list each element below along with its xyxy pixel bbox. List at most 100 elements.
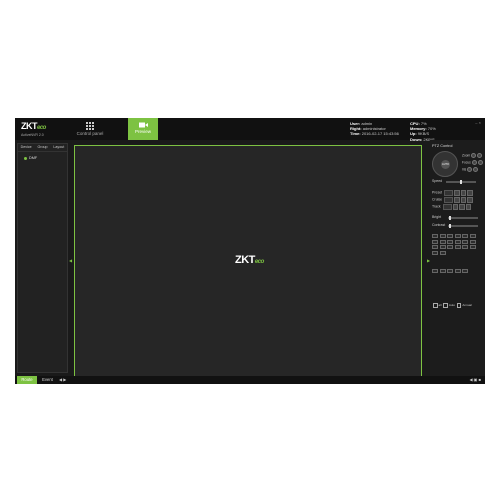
tab-layout[interactable]: Layout: [51, 144, 67, 151]
layout-button[interactable]: [454, 239, 461, 244]
cruise-row: Cruise: [432, 197, 473, 203]
tab-group[interactable]: Group: [34, 144, 50, 151]
app-logo: ZKTeco ActiveNVR 2.0: [21, 121, 73, 137]
zoom-in-button[interactable]: [471, 153, 477, 158]
layout-button[interactable]: [447, 245, 453, 249]
layout-button[interactable]: [439, 239, 446, 244]
preset-select[interactable]: [444, 190, 454, 196]
track-record-button[interactable]: [459, 204, 465, 210]
prev-page-icon[interactable]: ◀: [59, 377, 62, 382]
cruise-select[interactable]: [444, 197, 454, 203]
layout-button[interactable]: [462, 245, 468, 249]
zoom-control: Zoom: [462, 153, 483, 158]
cruise-edit-button[interactable]: [460, 197, 467, 203]
focus-far-button[interactable]: [477, 160, 483, 165]
cruise-start-button[interactable]: [454, 197, 460, 203]
app-window: ZKTeco ActiveNVR 2.0 Control panel Previ…: [15, 118, 485, 384]
track-stop-button[interactable]: [465, 204, 472, 210]
iris-close-button[interactable]: [473, 167, 479, 172]
snapshot-button[interactable]: [432, 269, 438, 273]
option-checkboxes: all Auto Annual: [432, 303, 472, 308]
focus-control: Focus: [462, 160, 483, 165]
device-status-icon: [24, 156, 27, 160]
event-button[interactable]: Event: [40, 376, 55, 384]
zoom-out-button[interactable]: [477, 153, 483, 158]
device-tabs: Device Group Layout: [18, 144, 67, 152]
record-button[interactable]: [439, 269, 446, 273]
preset-set-button[interactable]: [460, 190, 467, 196]
app-version: ActiveNVR 2.0: [21, 133, 44, 137]
all-checkbox[interactable]: [433, 303, 438, 308]
track-select[interactable]: [442, 204, 452, 210]
audio-button[interactable]: [447, 269, 453, 273]
session-info: User: admin Right: administrator Time: 2…: [350, 121, 399, 137]
bright-label: Bright: [432, 215, 442, 219]
iris-open-button[interactable]: [467, 167, 473, 172]
bright-slider[interactable]: [448, 216, 478, 220]
layout-button[interactable]: [432, 234, 438, 238]
annual-checkbox[interactable]: [456, 303, 462, 308]
layout-button[interactable]: [469, 239, 476, 244]
collapse-left-icon[interactable]: ◀: [69, 258, 72, 263]
control-panel-label: Control panel: [76, 131, 104, 136]
preset-go-button[interactable]: [454, 190, 460, 196]
layout-button[interactable]: [439, 245, 446, 249]
layout-button[interactable]: [469, 234, 476, 238]
minimize-icon[interactable]: –: [475, 120, 477, 125]
contrast-label: Contrast: [432, 223, 446, 227]
ptz-title: PTZ Control: [432, 144, 453, 148]
layout-button[interactable]: [447, 234, 453, 238]
device-panel: Device Group Layout DMF: [17, 143, 68, 373]
layout-button[interactable]: [432, 245, 438, 249]
iris-control: Iris: [462, 167, 479, 172]
layout-button[interactable]: [447, 239, 453, 244]
layout-button[interactable]: [462, 234, 468, 238]
bottom-bar: Route Event ◀ ▶ ◀ ▣ ■: [15, 376, 485, 384]
video-viewport[interactable]: ZKTeco: [74, 145, 422, 378]
talk-button[interactable]: [454, 269, 461, 273]
layout-button[interactable]: [454, 245, 461, 249]
grid-icon: [86, 122, 94, 130]
bottom-right-controls: ◀ ▣ ■: [469, 376, 481, 384]
top-bar: ZKTeco ActiveNVR 2.0 Control panel Previ…: [15, 118, 485, 142]
fullscreen-icon[interactable]: ▣: [474, 377, 478, 382]
tab-device[interactable]: Device: [18, 144, 34, 151]
page-arrows: ◀ ▶: [59, 376, 66, 384]
contrast-slider[interactable]: [448, 224, 478, 228]
viewport-logo: ZKTeco: [235, 254, 264, 266]
layout-button[interactable]: [432, 250, 438, 255]
expand-icon[interactable]: ◀: [469, 377, 472, 382]
auto-checkbox[interactable]: [443, 303, 448, 308]
ptz-panel: PTZ Control AUTO Zoom Focus Iris Speed P…: [430, 140, 485, 384]
close-icon[interactable]: ×: [479, 120, 481, 125]
layout-grid-buttons: [432, 234, 476, 255]
layout-button[interactable]: [454, 234, 461, 238]
tool-buttons: [432, 269, 476, 273]
layout-button[interactable]: [462, 239, 468, 244]
next-page-icon[interactable]: ▶: [63, 377, 66, 382]
system-stats: CPU: 7% Memory: 70% Up: 9KB/S Down: 2KB/…: [410, 121, 436, 142]
preview-label: Preview: [134, 129, 151, 134]
tree-item-device[interactable]: DMF: [24, 156, 37, 160]
camera-icon: [138, 122, 148, 128]
focus-near-button[interactable]: [471, 160, 477, 165]
window-controls: – ×: [475, 120, 481, 125]
route-button[interactable]: Route: [17, 376, 37, 384]
fullscreen-button[interactable]: [462, 269, 468, 273]
settings-icon[interactable]: ■: [479, 377, 481, 382]
track-start-button[interactable]: [452, 204, 459, 210]
preset-delete-button[interactable]: [467, 190, 473, 196]
track-row: Track: [432, 204, 472, 210]
control-panel-button[interactable]: Control panel: [75, 118, 105, 140]
preview-button[interactable]: Preview: [128, 118, 158, 140]
layout-button[interactable]: [432, 239, 438, 244]
speed-label: Speed: [432, 179, 443, 183]
layout-button[interactable]: [439, 234, 446, 238]
layout-button[interactable]: [469, 245, 476, 249]
preset-row: Preset: [432, 190, 473, 196]
layout-button[interactable]: [439, 250, 446, 255]
cruise-stop-button[interactable]: [467, 197, 473, 203]
ptz-direction-dial[interactable]: AUTO: [432, 151, 458, 177]
speed-slider[interactable]: [446, 180, 476, 184]
ptz-auto-button[interactable]: AUTO: [441, 160, 450, 169]
